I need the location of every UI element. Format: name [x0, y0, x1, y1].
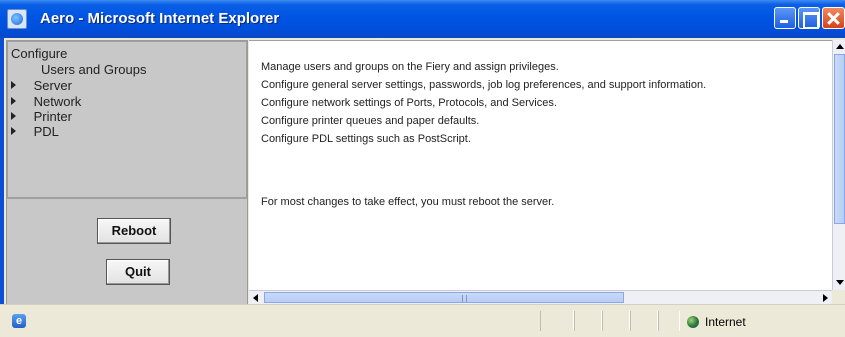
tree-item-label: Users and Groups: [41, 62, 147, 77]
globe-icon: [687, 316, 699, 328]
status-cell: [658, 311, 680, 331]
tree-item-label: Server: [33, 78, 72, 93]
scroll-left-icon[interactable]: [249, 291, 263, 305]
status-cell: [540, 311, 574, 331]
security-zone-label: Internet: [705, 315, 746, 329]
reboot-note: For most changes to take effect, you mus…: [261, 196, 555, 208]
tree-item-server[interactable]: Server: [11, 78, 72, 94]
quit-button[interactable]: Quit: [106, 259, 170, 285]
ie-page-icon: e: [12, 314, 26, 328]
minimize-icon[interactable]: [774, 7, 796, 29]
tree-item-users-and-groups[interactable]: Users and Groups: [41, 62, 147, 78]
scroll-grip-icon: [462, 295, 467, 302]
navigation-panel: Configure Users and Groups Server Networ…: [6, 40, 248, 310]
description-line: Configure printer queues and paper defau…: [261, 115, 480, 127]
description-line: Configure general server settings, passw…: [261, 79, 707, 91]
browser-window: Aero - Microsoft Internet Explorer Confi…: [0, 0, 845, 337]
configure-tree: Configure Users and Groups Server Networ…: [7, 41, 247, 199]
tree-root-configure[interactable]: Configure: [11, 46, 67, 62]
expand-arrow-icon[interactable]: [11, 81, 16, 89]
maximize-icon[interactable]: [798, 7, 820, 29]
tree-item-printer[interactable]: Printer: [11, 109, 72, 125]
expand-arrow-icon[interactable]: [11, 127, 16, 135]
expand-arrow-icon[interactable]: [11, 97, 16, 105]
description-line: Configure network settings of Ports, Pro…: [261, 97, 557, 109]
reboot-button[interactable]: Reboot: [97, 218, 171, 244]
vertical-scrollbar[interactable]: [832, 40, 845, 290]
scroll-up-icon[interactable]: [833, 40, 845, 54]
window-title: Aero - Microsoft Internet Explorer: [40, 10, 280, 27]
tree-item-label: Printer: [33, 109, 72, 124]
vertical-scroll-thumb[interactable]: [834, 54, 845, 224]
horizontal-scrollbar[interactable]: [249, 290, 832, 304]
tree-item-pdl[interactable]: PDL: [11, 124, 59, 140]
status-cell: [574, 311, 602, 331]
tree-item-network[interactable]: Network: [11, 94, 81, 110]
scrollbar-corner: [832, 290, 845, 304]
ie-window-icon[interactable]: [7, 9, 27, 29]
scroll-down-icon[interactable]: [833, 276, 845, 290]
description-line: Manage users and groups on the Fiery and…: [261, 61, 559, 73]
scroll-right-icon[interactable]: [818, 291, 832, 305]
status-cell: [602, 311, 630, 331]
title-bar[interactable]: Aero - Microsoft Internet Explorer: [0, 0, 845, 38]
horizontal-scroll-thumb[interactable]: [264, 292, 624, 303]
content-pane: Manage users and groups on the Fiery and…: [249, 40, 832, 290]
description-line: Configure PDL settings such as PostScrip…: [261, 133, 471, 145]
status-cell: [630, 311, 658, 331]
close-icon[interactable]: [822, 7, 845, 29]
status-bar: e Internet: [0, 304, 845, 337]
expand-arrow-icon[interactable]: [11, 112, 16, 120]
tree-item-label: PDL: [33, 124, 59, 139]
tree-item-label: Network: [33, 94, 82, 109]
